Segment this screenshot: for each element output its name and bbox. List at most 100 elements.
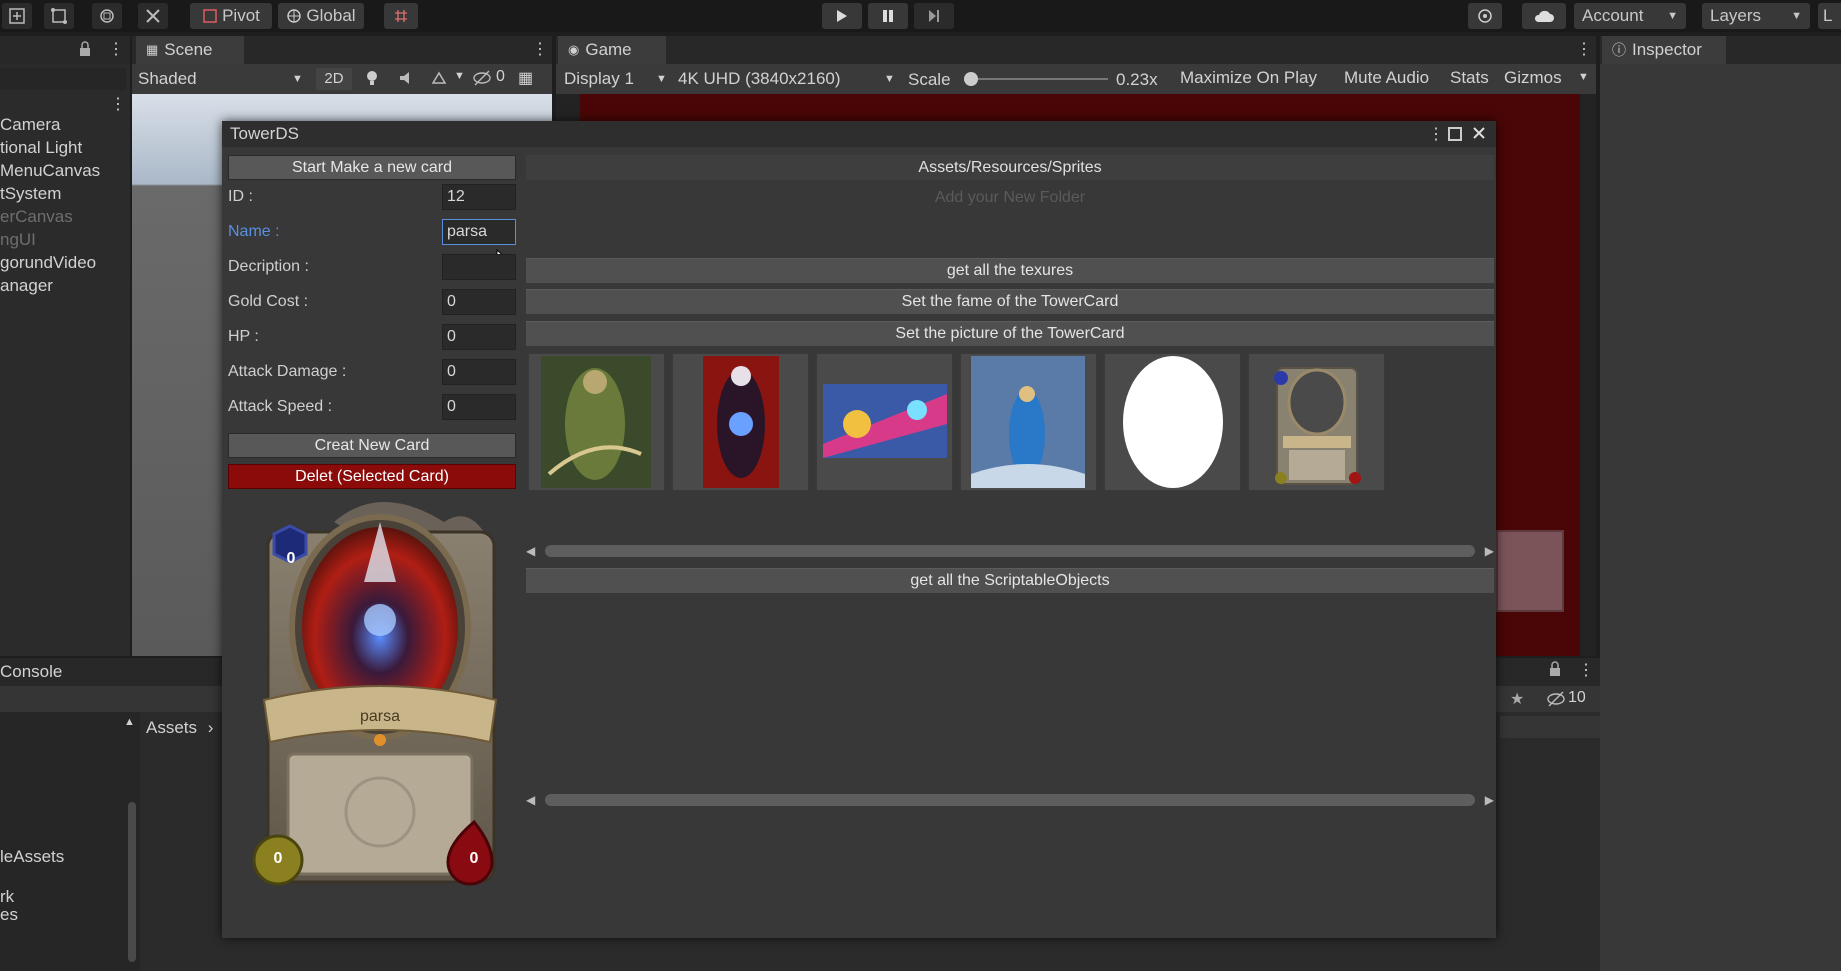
scene-tabbar: ▦ Scene ⋮ [132,36,552,64]
grid-snap-icon [393,8,409,24]
attack-speed-field[interactable]: 0 [442,394,516,420]
effects-icon[interactable] [430,69,448,92]
scriptable-objects-scrollbar[interactable]: ◀ ▶ [526,789,1494,811]
kebab-menu-icon[interactable]: ⋮ [1576,39,1592,59]
transform-tool-icon[interactable] [92,3,122,29]
gold-cost-field[interactable]: 0 [442,289,516,315]
scale-slider-track[interactable] [968,78,1108,80]
scale-slider-handle[interactable] [964,72,978,86]
textures-scrollbar[interactable]: ◀ ▶ [526,540,1494,562]
project-asset-area [1500,716,1600,738]
mute-audio-toggle[interactable]: Mute Audio [1344,68,1429,88]
scroll-up-icon[interactable]: ▲ [124,716,135,728]
tab-console[interactable]: Console [0,662,62,682]
star-icon[interactable]: ★ [1510,689,1524,709]
lighting-icon[interactable] [364,69,380,92]
description-field[interactable] [442,254,516,280]
chevron-down-icon: ▼ [884,73,895,85]
folder-item[interactable]: leAssets [0,846,64,868]
hidden-packages-icon[interactable] [1546,690,1566,713]
global-toggle[interactable]: Global [278,3,364,29]
lock-icon[interactable] [1548,661,1562,682]
layout-dropdown[interactable]: L [1818,3,1841,29]
hierarchy-header: ⋮ [0,36,130,64]
hp-field[interactable]: 0 [442,324,516,350]
tree-scrollbar[interactable] [128,802,136,962]
set-frame-button[interactable]: Set the fame of the TowerCard [526,289,1494,314]
main-toolbar: Pivot Global Account ▼ Layers ▼ L [0,0,1841,32]
account-dropdown[interactable]: Account ▼ [1574,3,1686,29]
texture-thumbnail[interactable] [672,353,809,491]
lock-icon[interactable] [78,41,92,57]
resolution-dropdown[interactable]: 4K UHD (3840x2160) ▼ [678,68,900,90]
stats-toggle[interactable]: Stats [1450,68,1489,88]
texture-thumbnail[interactable] [816,353,953,491]
texture-thumbnail[interactable] [528,353,665,491]
hierarchy-search[interactable] [0,68,126,90]
chevron-right-icon[interactable]: ▶ [1485,793,1494,807]
hierarchy-item[interactable]: anager [0,275,53,297]
hierarchy-item-inactive[interactable]: erCanvas [0,206,73,228]
pause-button[interactable] [868,3,908,29]
layers-dropdown[interactable]: Layers ▼ [1702,3,1810,29]
delete-card-button[interactable]: Delet (Selected Card) [228,464,516,489]
collab-icon [1476,7,1494,25]
chevron-down-icon[interactable]: ▼ [454,70,465,82]
attack-damage-field[interactable]: 0 [442,359,516,385]
cloud-button[interactable] [1522,3,1566,29]
folder-item[interactable]: es [0,904,18,926]
audio-icon[interactable] [398,69,416,92]
chevron-left-icon[interactable]: ◀ [526,544,535,558]
hierarchy-item[interactable]: gorundVideo [0,252,96,274]
toggle-2d-button[interactable]: 2D [316,68,352,90]
hierarchy-item[interactable]: tional Light [0,137,82,159]
kebab-menu-icon[interactable]: ⋮ [108,39,124,59]
attack-speed-label: Attack Speed : [228,398,333,415]
tab-game[interactable]: ◉ Game [558,36,666,64]
breadcrumb-assets[interactable]: Assets [146,718,197,737]
new-folder-input[interactable]: Add your New Folder [526,185,1494,210]
texture-thumbnail[interactable] [1104,353,1241,491]
kebab-menu-icon[interactable]: ⋮ [1428,124,1444,144]
kebab-menu-icon[interactable]: ⋮ [1578,660,1594,680]
texture-thumbnail[interactable] [1248,353,1385,491]
start-new-card-button[interactable]: Start Make a new card [228,155,516,180]
shading-mode-dropdown[interactable]: Shaded ▼ [138,68,308,90]
id-field[interactable]: 12 [442,184,516,210]
hierarchy-item[interactable]: Camera [0,114,60,136]
grid-icon[interactable]: ▦ [518,68,533,88]
get-textures-button[interactable]: get all the texures [526,258,1494,283]
tab-inspector[interactable]: ⓘ Inspector [1602,36,1726,64]
display-dropdown[interactable]: Display 1 ▼ [564,68,668,90]
kebab-menu-icon[interactable]: ⋮ [532,39,548,59]
chevron-down-icon[interactable]: ▼ [1578,71,1589,83]
step-button[interactable] [914,3,954,29]
hierarchy-item-inactive[interactable]: ngUI [0,229,36,251]
chevron-right-icon[interactable]: ▶ [1485,544,1494,558]
gizmos-toggle[interactable]: Gizmos [1504,68,1562,88]
hidden-objects-icon[interactable] [472,69,492,92]
rect-tool-icon[interactable] [44,3,74,29]
close-icon[interactable] [1472,126,1486,145]
tab-scene[interactable]: ▦ Scene [136,36,244,64]
play-button[interactable] [822,3,862,29]
kebab-menu-icon[interactable]: ⋮ [110,94,126,114]
scrollbar-thumb[interactable] [545,794,1475,806]
get-scriptable-objects-button[interactable]: get all the ScriptableObjects [526,568,1494,593]
maximize-icon[interactable] [1448,127,1462,146]
hierarchy-item[interactable]: tSystem [0,183,61,205]
maximize-on-play-toggle[interactable]: Maximize On Play [1180,68,1317,88]
custom-tool-icon[interactable] [138,3,168,29]
set-picture-button[interactable]: Set the picture of the TowerCard [526,321,1494,346]
scrollbar-thumb[interactable] [545,545,1475,557]
name-field[interactable]: parsa [442,219,516,245]
chevron-left-icon[interactable]: ◀ [526,793,535,807]
pivot-toggle[interactable]: Pivot [190,3,272,29]
create-card-button[interactable]: Creat New Card [228,433,516,458]
collab-button[interactable] [1468,3,1502,29]
view-tool-icon[interactable] [2,3,32,29]
hierarchy-item[interactable]: MenuCanvas [0,160,100,182]
snap-grid-button[interactable] [384,3,418,29]
texture-thumbnail[interactable] [960,353,1097,491]
account-label: Account [1582,6,1644,25]
